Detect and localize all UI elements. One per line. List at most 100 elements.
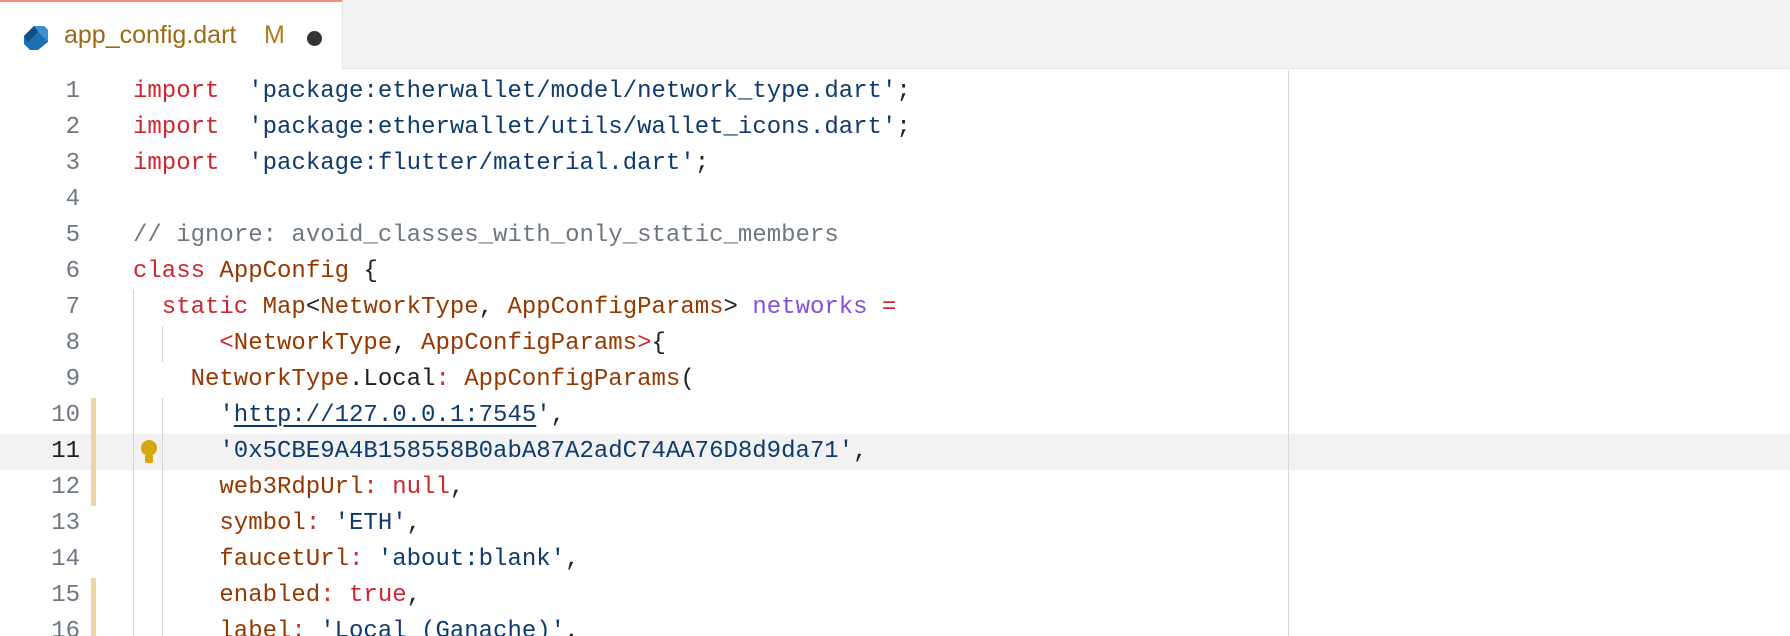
- tab-filename: app_config.dart: [64, 21, 237, 49]
- indent-guide: [133, 506, 134, 542]
- indent-guide: [133, 434, 134, 470]
- indent-guide: [161, 434, 163, 470]
- line-number: 9: [65, 366, 80, 393]
- code-line[interactable]: 1 import 'package:etherwallet/model/netwo…: [0, 74, 1790, 110]
- line-number: 4: [65, 186, 80, 213]
- git-modified-marker[interactable]: [91, 434, 96, 470]
- git-modified-marker[interactable]: [91, 398, 96, 434]
- code-line[interactable]: 9 NetworkType.Local: AppConfigParams(: [0, 362, 1790, 398]
- code-token: ,: [406, 582, 422, 609]
- code-text: enabled: true,: [219, 578, 421, 614]
- code-line[interactable]: 15 enabled: true,: [0, 578, 1790, 614]
- code-token: ,: [406, 510, 422, 537]
- code-text: label: 'Local (Ganache)',: [219, 614, 579, 636]
- code-editor[interactable]: 1 import 'package:etherwallet/model/netwo…: [0, 70, 1790, 636]
- code-token: web3RdpUrl: [219, 474, 364, 501]
- code-line[interactable]: 7 static Map<NetworkType, AppConfigParams…: [0, 290, 1790, 326]
- indent-guide: [161, 398, 163, 434]
- code-token: ;: [694, 150, 710, 177]
- code-line[interactable]: 2 import 'package:etherwallet/utils/walle…: [0, 110, 1790, 146]
- code-token: :: [305, 510, 321, 537]
- code-token: AppConfig: [219, 258, 350, 285]
- line-number: 5: [65, 222, 80, 249]
- line-number: 10: [51, 402, 80, 429]
- lightbulb-icon[interactable]: [138, 438, 160, 466]
- code-line[interactable]: 5 // ignore: avoid_classes_with_only_stat…: [0, 218, 1790, 254]
- code-line[interactable]: 10 'http://127.0.0.1:7545',: [0, 398, 1790, 434]
- code-line[interactable]: 3 import 'package:flutter/material.dart';: [0, 146, 1790, 182]
- line-number: 13: [51, 510, 80, 537]
- code-line[interactable]: 16 label: 'Local (Ganache)',: [0, 614, 1790, 636]
- code-line[interactable]: 12 web3RdpUrl: null,: [0, 470, 1790, 506]
- code-token: >: [723, 294, 753, 321]
- code-line[interactable]: 8 <NetworkType, AppConfigParams>{: [0, 326, 1790, 362]
- git-modified-marker[interactable]: [91, 578, 96, 614]
- code-token: true: [349, 582, 407, 609]
- code-token: 'Local (Ganache)': [320, 618, 566, 636]
- indent-guide: [133, 578, 134, 614]
- code-token: 'about:blank': [377, 546, 566, 573]
- code-line[interactable]: 4: [0, 182, 1790, 218]
- code-line[interactable]: 14 faucetUrl: 'about:blank',: [0, 542, 1790, 578]
- code-token: :: [435, 366, 450, 393]
- indent-guide: [133, 542, 134, 578]
- code-token: http://127.0.0.1:7545: [233, 402, 537, 429]
- code-text: class AppConfig {: [133, 254, 378, 290]
- code-text: import 'package:flutter/material.dart';: [133, 146, 709, 182]
- code-token: :: [320, 582, 335, 609]
- unsaved-dot-icon[interactable]: [307, 31, 322, 46]
- line-number: 7: [65, 294, 80, 321]
- code-line[interactable]: 6 class AppConfig {: [0, 254, 1790, 290]
- git-modified-marker[interactable]: [91, 614, 96, 636]
- code-token: enabled: [219, 582, 321, 609]
- tab-app-config[interactable]: app_config.dart M: [0, 0, 343, 70]
- code-token: faucetUrl: [219, 546, 350, 573]
- code-token: import: [133, 114, 220, 141]
- code-token: symbol: [219, 510, 306, 537]
- code-line[interactable]: 13 symbol: 'ETH',: [0, 506, 1790, 542]
- code-token: (: [680, 366, 695, 393]
- code-token: =: [881, 294, 897, 321]
- code-token: 'ETH': [334, 510, 407, 537]
- line-number: 15: [51, 582, 80, 609]
- indent-guide: [133, 326, 134, 362]
- code-token: ,: [392, 330, 422, 357]
- code-token: null: [392, 474, 450, 501]
- indent-guide: [133, 290, 134, 326]
- line-number: 11: [51, 438, 80, 465]
- line-number: 3: [65, 150, 80, 177]
- code-text: faucetUrl: 'about:blank',: [219, 542, 579, 578]
- line-number: 2: [65, 114, 80, 141]
- indent-guide: [161, 326, 163, 362]
- git-modified-marker[interactable]: [91, 470, 96, 506]
- code-token: >: [637, 330, 652, 357]
- code-token: ': [536, 402, 551, 429]
- code-token: ': [219, 402, 234, 429]
- code-token: 'package:etherwallet/utils/wallet_icons.…: [248, 114, 897, 141]
- indent-guide: [133, 362, 134, 398]
- code-token: ;: [896, 78, 911, 105]
- code-line[interactable]: 11 '0x5CBE9A4B158558B0abA87A2adC74AA76D8d…: [0, 434, 1790, 470]
- code-token: import: [133, 150, 220, 177]
- code-token: 'package:flutter/material.dart': [248, 150, 695, 177]
- code-token: :: [349, 546, 364, 573]
- code-token: ,: [550, 402, 566, 429]
- tab-bar: app_config.dart M: [0, 0, 1790, 70]
- indent-guide: [133, 614, 134, 636]
- code-token: {: [349, 258, 378, 285]
- code-token: ,: [565, 546, 580, 573]
- code-token: :: [363, 474, 378, 501]
- indent-guide: [161, 614, 163, 636]
- code-token: <: [305, 294, 321, 321]
- code-token: :: [291, 618, 306, 636]
- code-text: import 'package:etherwallet/model/networ…: [133, 74, 911, 110]
- code-text: web3RdpUrl: null,: [219, 470, 464, 506]
